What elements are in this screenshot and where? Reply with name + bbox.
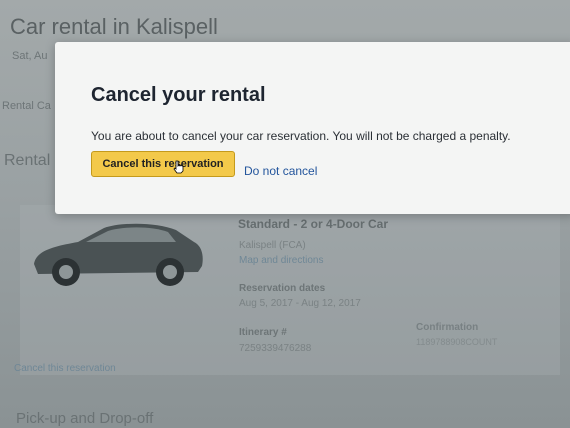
car-type: Standard - 2 or 4-Door Car [238, 217, 389, 231]
itinerary-number: 7259339476288 [239, 343, 312, 354]
do-not-cancel-link[interactable]: Do not cancel [244, 164, 317, 178]
page-title: Car rental in Kalispell [10, 14, 218, 39]
reservation-dates: Aug 5, 2017 - Aug 12, 2017 [239, 298, 361, 309]
rental-tab[interactable]: Rental Ca [2, 100, 51, 112]
section-heading: Rental [4, 152, 51, 169]
confirmation-label: Confirmation [416, 322, 479, 333]
car-image [34, 223, 203, 286]
dialog-title: Cancel your rental [91, 84, 266, 106]
cancel-reservation-link[interactable]: Cancel this reservation [14, 363, 116, 374]
itinerary-label: Itinerary # [239, 327, 287, 338]
pickup-location: Kalispell (FCA) [239, 240, 306, 251]
confirmation-number: 1189788908COUNT [416, 337, 498, 347]
pickup-dropoff-heading: Pick-up and Drop-off [16, 410, 154, 427]
hand-cursor-icon [173, 160, 184, 174]
rental-date: Sat, Au [12, 50, 48, 62]
reservation-dates-label: Reservation dates [239, 283, 326, 294]
map-directions-link[interactable]: Map and directions [239, 255, 324, 266]
cancel-rental-dialog: Cancel your rental You are about to canc… [55, 42, 570, 214]
confirm-cancel-button[interactable]: Cancel this reservation [91, 151, 235, 177]
dialog-message: You are about to cancel your car reserva… [91, 129, 511, 143]
